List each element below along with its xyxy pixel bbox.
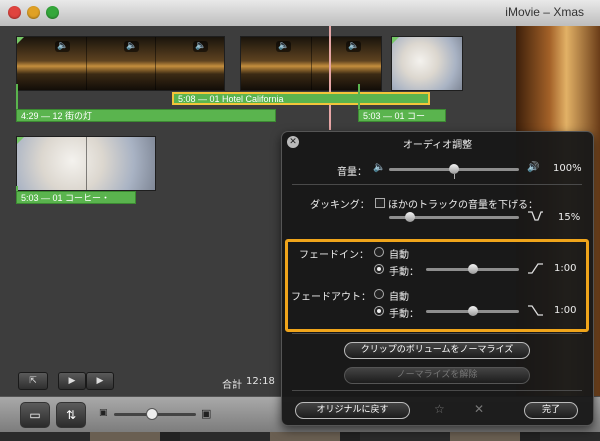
event-filmstrip: [0, 432, 600, 441]
speaker-icon: 🔈: [124, 41, 140, 52]
speaker-low-icon: 🔈: [373, 162, 386, 173]
fade-in-auto-radio[interactable]: [374, 247, 384, 257]
fade-out-manual-label: 手動：: [389, 309, 419, 320]
music-track-street-lights[interactable]: 4:29 — 12 街の灯: [16, 109, 276, 122]
divider: [292, 333, 582, 334]
star-icon: ☆: [434, 402, 445, 416]
fade-out-curve-icon: [528, 305, 543, 316]
window-title: iMovie – Xmas: [505, 5, 584, 19]
window-titlebar: iMovie – Xmas: [0, 0, 600, 27]
small-thumbnail-icon: ▣: [99, 408, 108, 418]
ducking-checkbox[interactable]: [375, 198, 385, 208]
clip-thumbnail-street-lights[interactable]: 🔈 🔈 🔈: [16, 36, 225, 91]
zoom-window-button[interactable]: [46, 6, 59, 19]
speaker-icon: 🔈: [276, 41, 292, 52]
fade-out-manual-radio[interactable]: [374, 306, 384, 316]
thumbnail-size-slider-thumb[interactable]: [146, 408, 158, 420]
done-button[interactable]: 完了: [524, 402, 578, 419]
clip-start-marker: [17, 37, 24, 44]
ducking-checkbox-label: ほかのトラックの音量を下げる：: [388, 200, 538, 211]
fade-out-slider-thumb[interactable]: [468, 306, 478, 316]
speaker-icon: 🔈: [55, 41, 71, 52]
clip-thumbnail-baby[interactable]: [391, 36, 463, 91]
fade-in-manual-radio[interactable]: [374, 264, 384, 274]
clip-start-marker: [17, 137, 24, 144]
play-icon[interactable]: ▶: [86, 372, 114, 390]
speaker-high-icon: 🔊: [527, 162, 540, 173]
large-thumbnail-icon: ▣: [201, 407, 212, 420]
fade-in-auto-label: 自動: [389, 250, 409, 261]
reject-x-icon: ✕: [474, 402, 485, 416]
remove-normalization-button: ノーマライズを解除: [344, 367, 530, 384]
ducking-curve-icon: [528, 211, 543, 221]
volume-slider-thumb[interactable]: [449, 164, 459, 174]
play-fullscreen-icon[interactable]: ▶: [58, 372, 86, 390]
ducking-value: 15%: [558, 212, 581, 223]
camera-import-icon[interactable]: ▭: [20, 402, 50, 428]
volume-label: 音量：: [337, 167, 367, 178]
total-duration-label: 合計: [222, 380, 242, 391]
ducking-slider-thumb[interactable]: [405, 212, 415, 222]
fade-in-value: 1:00: [554, 263, 577, 274]
music-track-coffee-2[interactable]: 5:03 — 01 コーヒー・: [16, 191, 136, 204]
close-window-button[interactable]: [8, 6, 21, 19]
fade-in-slider-thumb[interactable]: [468, 264, 478, 274]
fade-out-label: フェードアウト：: [291, 292, 371, 303]
ducking-label: ダッキング：: [310, 200, 370, 211]
divider: [292, 184, 582, 185]
playhead[interactable]: [329, 26, 331, 130]
swap-events-icon[interactable]: ⇅: [56, 402, 86, 428]
fade-out-auto-label: 自動: [389, 292, 409, 303]
audio-adjustments-panel: ✕ オーディオ調整 音量： 🔈 🔊 100% ダッキング： ほかのトラックの音量…: [281, 131, 594, 426]
clip-thumbnail-hotel-california[interactable]: 🔈 🔈: [240, 36, 382, 91]
panel-title: オーディオ調整: [402, 140, 473, 151]
speaker-icon: 🔈: [193, 41, 209, 52]
export-icon[interactable]: ⇱: [18, 372, 48, 390]
fade-out-value: 1:00: [554, 305, 577, 316]
fade-out-auto-radio[interactable]: [374, 289, 384, 299]
speaker-icon: 🔈: [346, 41, 362, 52]
revert-to-original-button[interactable]: オリジナルに戻す: [295, 402, 410, 419]
music-track-hotel-california[interactable]: 5:08 — 01 Hotel California: [172, 92, 430, 105]
volume-tick: [454, 174, 455, 179]
volume-value: 100%: [553, 163, 582, 174]
fade-in-curve-icon: [528, 263, 543, 274]
minimize-window-button[interactable]: [27, 6, 40, 19]
clip-thumbnail-baby-2[interactable]: [16, 136, 156, 191]
fade-in-manual-label: 手動：: [389, 267, 419, 278]
divider: [292, 390, 582, 391]
clip-start-marker: [392, 37, 399, 44]
normalize-clip-volume-button[interactable]: クリップのボリュームをノーマライズ: [344, 342, 530, 359]
fade-in-label: フェードイン：: [299, 250, 369, 261]
music-track-coffee[interactable]: 5:03 — 01 コー: [358, 109, 446, 122]
total-duration-value: 12:18: [246, 376, 275, 387]
